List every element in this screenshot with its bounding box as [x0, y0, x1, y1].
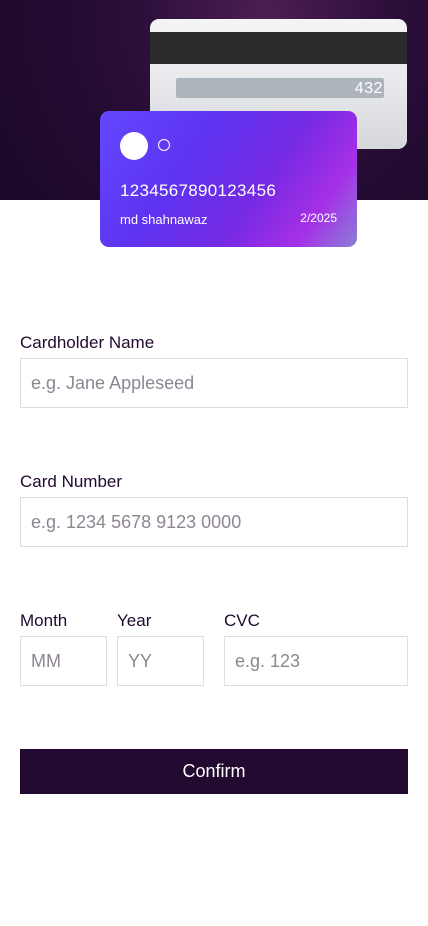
card-front-expiry: 2/2025 — [300, 211, 337, 225]
cardholder-name-label: Cardholder Name — [20, 333, 155, 352]
card-back-cvc: 432 — [354, 80, 383, 97]
month-input[interactable] — [20, 636, 107, 686]
year-label: Year — [117, 611, 152, 630]
card-number-input[interactable] — [20, 497, 408, 547]
cvc-label: CVC — [224, 611, 260, 630]
year-input[interactable] — [117, 636, 204, 686]
card-front: 1234567890123456 md shahnawaz 2/2025 — [100, 111, 357, 247]
card-front-holder-name: md shahnawaz — [120, 212, 208, 227]
card-number-label: Card Number — [20, 472, 123, 491]
signature-strip — [176, 78, 384, 98]
confirm-button[interactable]: Confirm — [20, 749, 408, 794]
magnetic-stripe — [150, 32, 407, 64]
card-front-number: 1234567890123456 — [120, 181, 277, 200]
card-logo-outline-circle-icon — [158, 139, 170, 151]
card-logo-filled-circle-icon — [120, 132, 148, 160]
month-label: Month — [20, 611, 68, 630]
cardholder-name-input[interactable] — [20, 358, 408, 408]
cvc-input[interactable] — [224, 636, 408, 686]
